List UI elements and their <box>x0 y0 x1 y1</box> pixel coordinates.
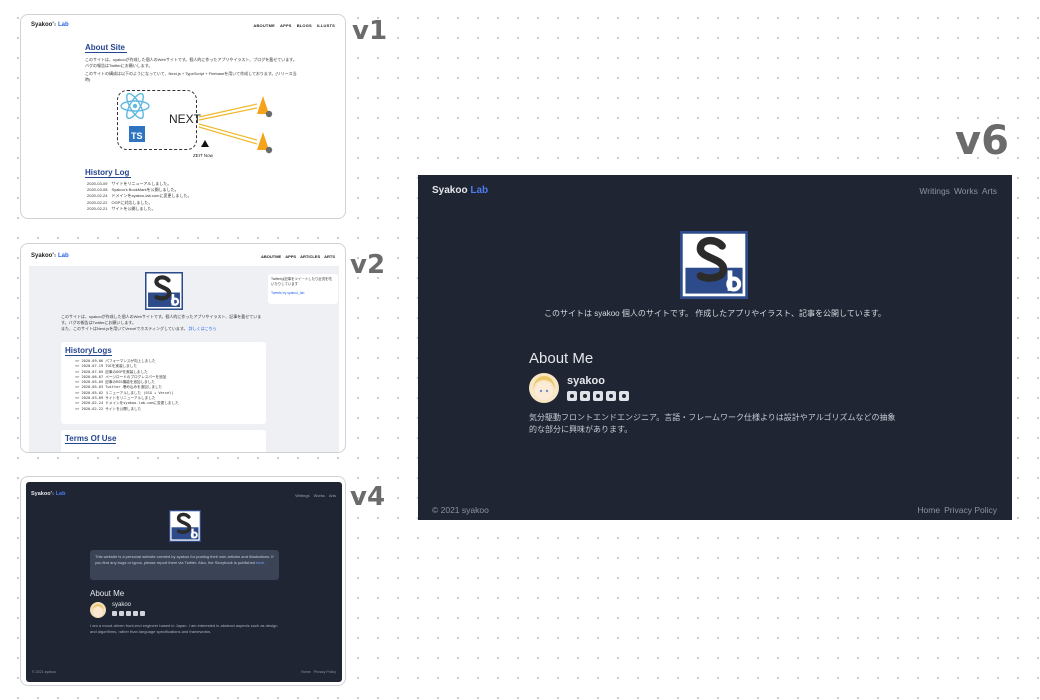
version-label-v6: v6 <box>955 118 1009 164</box>
screenshot-card-v4: Syakoo's Lab Writings Works Arts This we… <box>20 476 346 686</box>
pixiv-icon[interactable] <box>619 391 629 401</box>
username: syakoo <box>567 375 605 387</box>
footer-home-link[interactable]: Home <box>917 505 940 515</box>
site-brand[interactable]: Syakoo's Lab <box>31 253 69 259</box>
copyright: © 2021 syakoo <box>432 505 489 515</box>
version-label-v4: v4 <box>350 482 386 512</box>
next-logo: NEXT <box>169 112 202 126</box>
main-nav: Writings Works Arts <box>919 186 997 196</box>
screenshot-card-v2: Syakoo's Lab ABOUTME APPS ARTICLES ARTS … <box>20 243 346 453</box>
site-brand[interactable]: Syakoo's Lab <box>31 22 69 28</box>
footer-privacy-link[interactable]: Privacy Policy <box>944 505 997 515</box>
screenshot-card-v6: Syakoo Lab Writings Works Arts このサイトは sy… <box>418 175 1012 520</box>
history-log-list: 2020-03-09 サイトをリニューアルしました。 2020-03-08 Sy… <box>87 181 191 212</box>
x-icon[interactable] <box>119 611 124 616</box>
site-brand[interactable]: Syakoo Lab <box>432 185 488 196</box>
x-icon[interactable] <box>580 391 590 401</box>
social-links <box>567 391 629 401</box>
nav-apps[interactable]: APPS <box>280 23 292 28</box>
copyright: © 2021 syakoo <box>32 670 57 674</box>
nav-works[interactable]: Works <box>314 493 325 498</box>
bio-text: I am a mood-driven front-end engineer ba… <box>90 623 278 634</box>
nav-aboutme[interactable]: ABOUTME <box>253 23 275 28</box>
storybook-link[interactable]: here. <box>256 560 265 565</box>
steam-icon[interactable] <box>606 391 616 401</box>
list-item: <> 2020-02-24 ドメインをsyakoo-lab.comに変更しました <box>75 401 179 406</box>
nav-blogs[interactable]: BLOGS <box>297 23 312 28</box>
main-nav: ABOUTME APPS ARTICLES ARTS <box>261 254 335 259</box>
terms-heading: Terms Of Use <box>65 434 117 444</box>
react-icon <box>120 92 150 120</box>
site-tagline: このサイトは syakoo 個人のサイトです。 作成したアプリやイラスト、記事を… <box>544 309 886 318</box>
terms-card: Terms Of Use <box>61 430 266 452</box>
nav-articles[interactable]: ARTICLES <box>300 254 320 259</box>
about-site-heading: About Site <box>85 43 127 53</box>
main-nav: Writings Works Arts <box>295 493 336 498</box>
nav-illusts[interactable]: ILLUSTS <box>317 23 335 28</box>
social-links <box>112 611 145 616</box>
list-item: 2020-02-24 ドメインをsyakoo-lab.comに変更しました。 <box>87 193 192 199</box>
site-logo <box>680 231 748 299</box>
zenn-icon[interactable] <box>126 611 131 616</box>
pixiv-icon[interactable] <box>140 611 145 616</box>
nav-writings[interactable]: Writings <box>919 186 950 196</box>
avatar <box>90 602 106 618</box>
github-icon[interactable] <box>112 611 117 616</box>
history-logs-card: HistoryLogs <> 2020-09-06 パフォーマンスが向上しました… <box>61 342 266 424</box>
dark-page: Syakoo's Lab Writings Works Arts This we… <box>26 482 342 682</box>
firebase-icon <box>257 96 273 118</box>
site-logo <box>145 272 183 310</box>
about-paragraph-1: このサイトは、syakooが作成した個人のWebサイトです。個人的に作ったアプリ… <box>85 57 297 68</box>
screenshot-card-v1: Syakoo's Lab ABOUTME APPS BLOGS ILLUSTS … <box>20 14 346 219</box>
nav-apps[interactable]: APPS <box>285 254 296 259</box>
github-icon[interactable] <box>567 391 577 401</box>
footer-home-link[interactable]: Home <box>301 670 311 674</box>
history-logs-heading: HistoryLogs <box>65 346 112 356</box>
steam-icon[interactable] <box>133 611 138 616</box>
bio-text: 気分駆動フロントエンドエンジニア。言語・フレームワーク仕様よりは設計やアルゴリズ… <box>529 413 896 434</box>
nav-arts[interactable]: Arts <box>329 493 336 498</box>
details-link[interactable]: 詳しくはこちら <box>189 326 217 331</box>
history-log-list: <> 2020-09-06 パフォーマンスが向上しました <> 2020-07-… <box>75 359 179 412</box>
version-label-v1: v1 <box>352 16 388 46</box>
twitter-sidebar: Twitterは記事をツイートしたり近況を呟いたりしています Tweets by… <box>268 274 338 304</box>
history-log-heading: History Log <box>85 168 132 178</box>
list-item: 2020-02-21 サイトを公開しました。 <box>87 205 156 211</box>
version-label-v2: v2 <box>350 250 386 280</box>
nav-works[interactable]: Works <box>954 186 978 196</box>
avatar <box>529 373 559 403</box>
zeit-label: ZEIT Now <box>193 153 214 158</box>
about-me-heading: About Me <box>90 589 125 598</box>
about-me-heading: About Me <box>529 350 594 367</box>
nav-aboutme[interactable]: ABOUTME <box>261 254 281 259</box>
nav-arts[interactable]: ARTS <box>324 254 335 259</box>
list-item: <> 2020-02-22 サイトを公開しました <box>75 406 142 411</box>
zenn-icon[interactable] <box>593 391 603 401</box>
intro-text: このサイトは、syakooが作成した個人のWebサイトです。個人的に作ったアプリ… <box>61 314 262 331</box>
firebase-icon-2 <box>257 132 273 154</box>
main-nav: ABOUTME APPS BLOGS ILLUSTS <box>253 23 335 28</box>
footer-nav: Home Privacy Policy <box>917 505 997 515</box>
tech-stack-icons: TS NEXT ZEIT Now <box>120 92 273 158</box>
nav-arts[interactable]: Arts <box>982 186 997 196</box>
nav-writings[interactable]: Writings <box>295 493 309 498</box>
site-brand[interactable]: Syakoo's Lab <box>31 491 65 497</box>
username: syakoo <box>112 602 132 608</box>
about-paragraph-2: このサイトの構成は以下のようになっていて、Next.js + TypeScrip… <box>85 71 297 82</box>
site-logo <box>169 510 201 542</box>
footer-nav: Home Privacy Policy <box>301 670 336 674</box>
twitter-timeline-link[interactable]: Tweets by syakoo_lab <box>271 291 335 296</box>
site-notice: This website is a personal website creat… <box>90 550 279 580</box>
zeit-icon <box>201 140 209 147</box>
footer-privacy-link[interactable]: Privacy Policy <box>314 670 336 674</box>
typescript-label: TS <box>131 131 143 141</box>
